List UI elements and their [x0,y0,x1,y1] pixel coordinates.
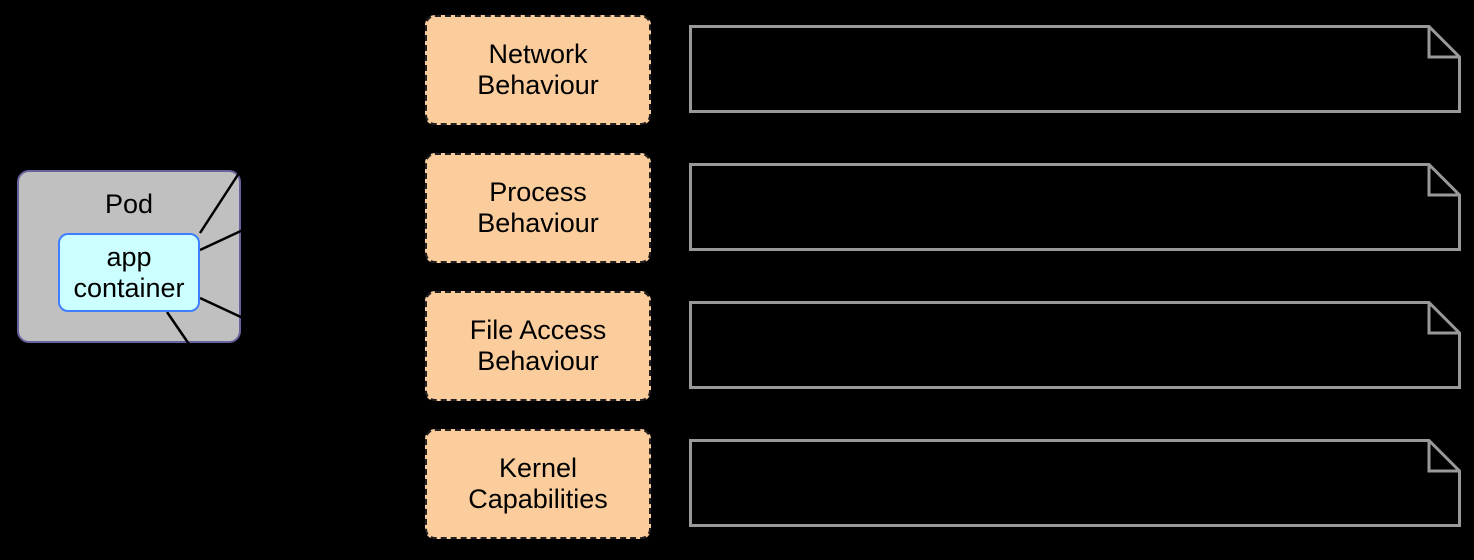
document-outline [689,439,1461,527]
app-container-box: app container [58,233,200,312]
pod-group: Pod app container [17,169,244,351]
behaviour-card-label-line-2: Behaviour [477,208,599,238]
connector-line-4 [165,311,195,351]
behaviour-card-process[interactable]: Process Behaviour [425,153,651,263]
behaviour-card-label-line-2: Capabilities [468,484,608,514]
document-outline [689,25,1461,113]
app-container-label-line-1: app [106,242,152,273]
connector-line-2 [199,228,244,252]
behaviour-card-network[interactable]: Network Behaviour [425,15,651,125]
behaviour-card-label-line-1: File Access [469,314,607,345]
document-shape-file-access[interactable] [689,301,1461,389]
behaviour-card-label-line-1: Kernel [498,452,578,483]
connector-line-3 [199,296,244,320]
document-shape-process[interactable] [689,163,1461,251]
diagram-canvas: Pod app container Network Behaviour Proc… [0,0,1474,560]
pod-label: Pod [104,189,154,219]
behaviour-card-label-line-2: Behaviour [477,346,599,376]
document-shape-network[interactable] [689,25,1461,113]
behaviour-card-kernel-capabilities[interactable]: Kernel Capabilities [425,429,651,539]
document-shape-kernel-capabilities[interactable] [689,439,1461,527]
behaviour-card-label-line-1: Process [489,176,587,207]
document-outline [689,163,1461,251]
behaviour-card-label-line-2: Behaviour [477,70,599,100]
behaviour-card-file-access[interactable]: File Access Behaviour [425,291,651,401]
app-container-label-line-2: container [73,272,185,303]
document-outline [689,301,1461,389]
behaviour-card-label-line-1: Network [488,38,588,69]
